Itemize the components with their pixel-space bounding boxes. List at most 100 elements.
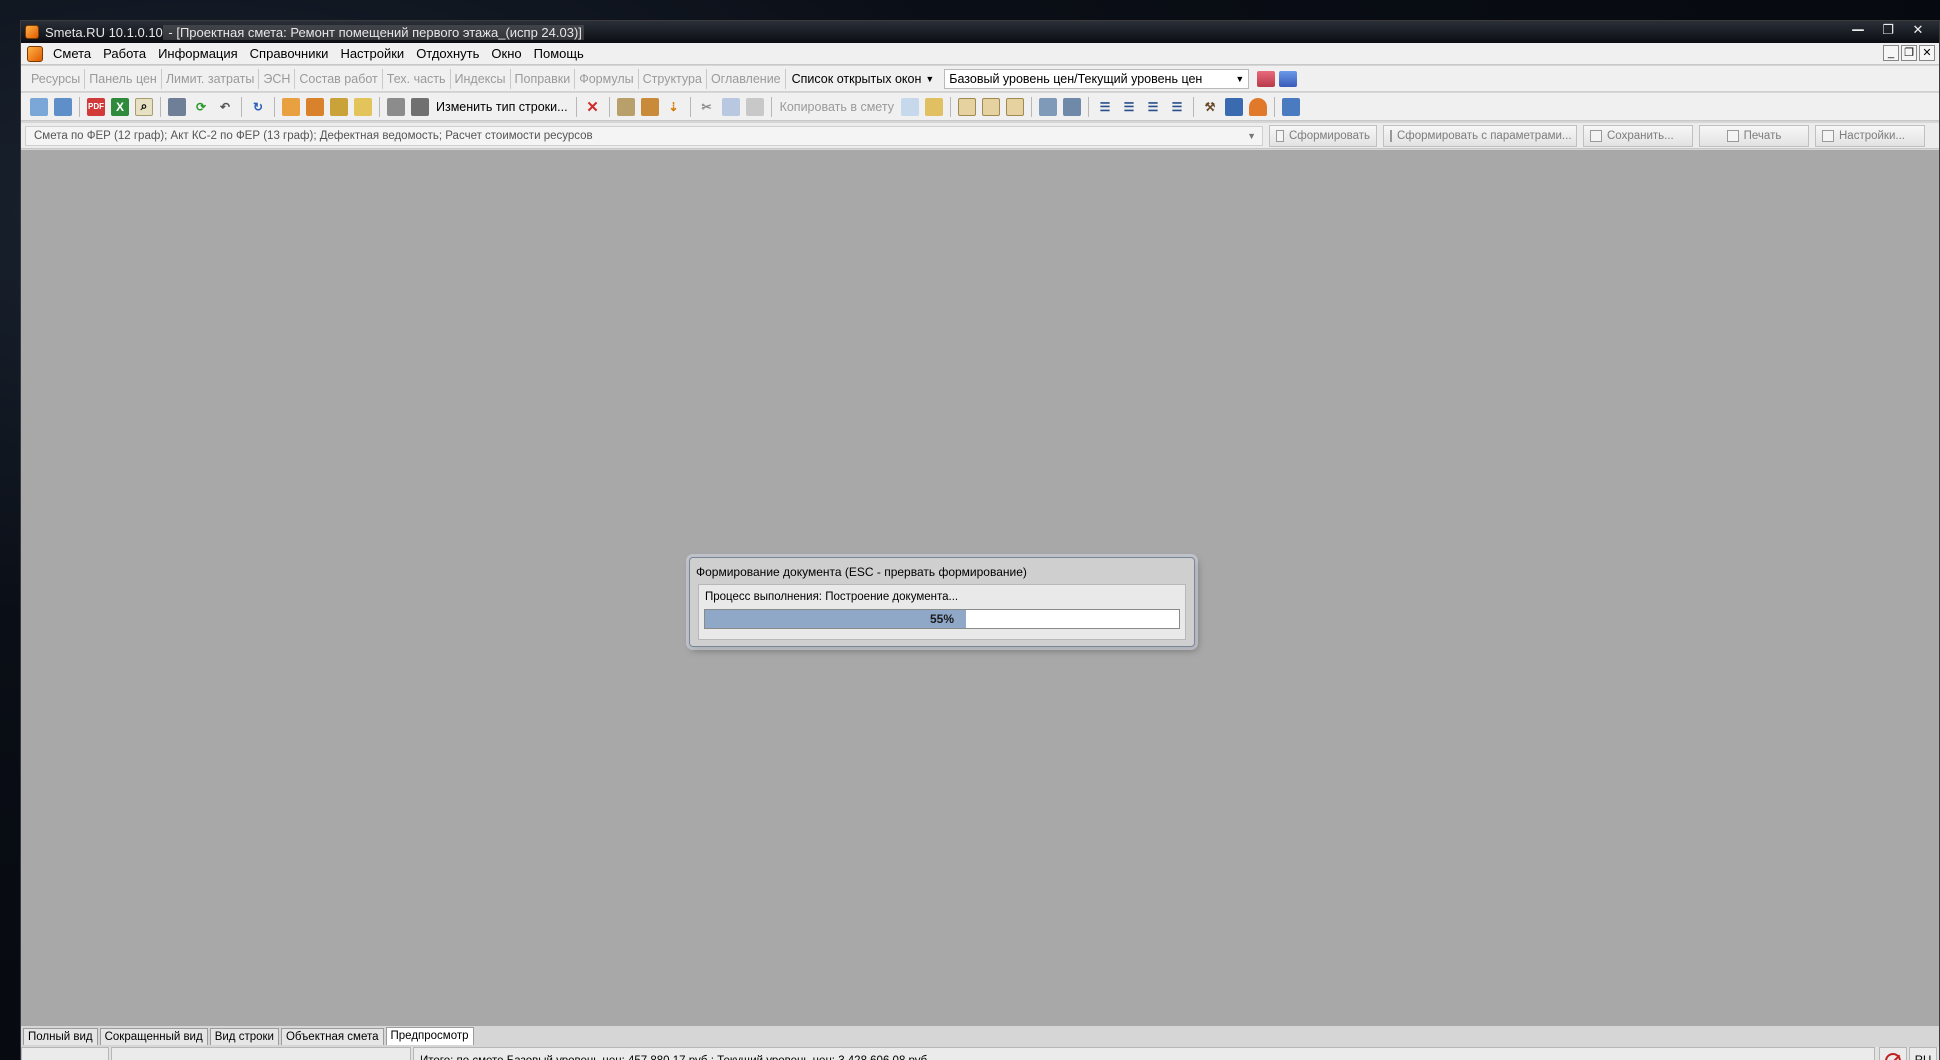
generate-label: Сформировать [1288, 129, 1370, 142]
title-bar[interactable]: Smeta.RU 10.1.0.10 - [Проектная смета: Р… [21, 21, 1939, 43]
menu-okno[interactable]: Окно [485, 44, 527, 64]
toolbar-tab-structure[interactable]: Структура [639, 68, 707, 89]
level-up-icon[interactable]: ☰ [1144, 98, 1162, 116]
surcharge-icon[interactable] [1005, 97, 1024, 116]
generate-with-params-button[interactable]: Сформировать с параметрами... [1383, 124, 1577, 147]
worker-icon[interactable] [306, 97, 324, 116]
document-menu-icon[interactable] [27, 45, 43, 62]
toolbar-tab-tech-part[interactable]: Тех. часть [383, 68, 451, 89]
blue-book-icon[interactable] [1279, 70, 1298, 87]
excel-export-icon[interactable]: X [111, 97, 129, 116]
mdi-minimize-button[interactable]: _ [1883, 45, 1899, 61]
close-button[interactable]: ✕ [1903, 21, 1933, 41]
insert-row-icon[interactable] [54, 97, 72, 116]
open-windows-dropdown[interactable]: Список открытых окон ▼ [786, 69, 941, 89]
price-level-value: Базовый уровень цен/Текущий уровень цен [949, 71, 1203, 86]
refresh-icon[interactable]: ⟳ [192, 98, 210, 116]
search-icon[interactable]: ⌕ [135, 97, 153, 116]
no-entry-icon [1885, 1053, 1901, 1060]
toolbar-tab-formulas[interactable]: Формулы [575, 68, 639, 89]
mdi-restore-button[interactable]: ❐ [1901, 45, 1917, 61]
save-report-button[interactable]: Сохранить... [1583, 124, 1693, 147]
printer-icon [1726, 129, 1739, 142]
tab-object-estimate[interactable]: Объектная смета [280, 1028, 384, 1045]
delete-icon[interactable]: ✕ [584, 98, 602, 116]
toolbar-tab-contents[interactable]: Оглавление [707, 68, 786, 89]
save-report-label: Сохранить... [1607, 129, 1674, 142]
toolbar-tab-work-composition[interactable]: Состав работ [295, 68, 383, 89]
price-icon[interactable] [981, 97, 1000, 116]
move-icon[interactable] [640, 97, 659, 116]
window-controls: — ❐ ✕ [1843, 21, 1933, 43]
outdent-icon[interactable]: ☰ [1120, 98, 1138, 116]
group-icon[interactable] [616, 97, 635, 116]
progress-percent: 55% [929, 612, 955, 626]
level-down-icon[interactable]: ☰ [1168, 98, 1186, 116]
paste-icon[interactable] [745, 97, 764, 116]
toolbar-separator [689, 96, 691, 117]
tab-full-view[interactable]: Полный вид [23, 1028, 98, 1045]
red-book-icon[interactable] [1257, 70, 1276, 87]
tab-preview[interactable]: Предпросмотр [385, 1027, 474, 1045]
coefficient-icon[interactable] [957, 97, 976, 116]
paste-block-icon[interactable] [924, 97, 943, 116]
menu-pomoshch[interactable]: Помощь [528, 44, 590, 64]
helmet-icon[interactable] [1248, 97, 1267, 116]
tab-short-view[interactable]: Сокращенный вид [99, 1028, 208, 1045]
toolbar-separator [608, 96, 610, 117]
materials-icon[interactable] [330, 97, 348, 116]
restore-button[interactable]: ❐ [1873, 21, 1903, 41]
menu-smeta[interactable]: Смета [47, 44, 97, 64]
copy-block-icon[interactable] [900, 97, 919, 116]
undo-icon[interactable]: ↶ [216, 98, 234, 116]
tools-icon[interactable] [282, 97, 300, 116]
status-no-connection[interactable] [1879, 1047, 1907, 1060]
app-title: Smeta.RU 10.1.0.10 [45, 24, 163, 40]
report-settings-button[interactable]: Настройки... [1815, 124, 1925, 147]
pdf-export-icon[interactable]: PDF [87, 97, 105, 116]
toolbar-tab-corrections[interactable]: Поправки [511, 68, 576, 89]
recalculate-icon[interactable]: ↻ [249, 98, 267, 116]
menu-nastroyki[interactable]: Настройки [334, 44, 410, 64]
menu-informatsiya[interactable]: Информация [152, 44, 244, 64]
move-down-icon[interactable]: ⇣ [665, 98, 683, 116]
toolbar-tab-indexes[interactable]: Индексы [451, 68, 511, 89]
save-icon[interactable] [168, 97, 186, 116]
change-row-type-button[interactable]: Изменить тип строки... [432, 100, 572, 114]
chevron-down-icon: ▼ [1247, 130, 1256, 141]
print-button[interactable]: Печать [1699, 124, 1809, 147]
report-type-select[interactable]: Смета по ФЕР (12 граф); Акт КС-2 по ФЕР … [25, 125, 1263, 146]
truck-icon[interactable] [411, 97, 429, 116]
toolbar-tab-resources[interactable]: Ресурсы [27, 68, 86, 89]
filter-clear-icon[interactable] [1062, 97, 1081, 116]
vehicle-icon[interactable] [1281, 97, 1300, 116]
tree-view-icon[interactable] [30, 97, 48, 116]
machine-icon[interactable] [387, 97, 405, 116]
indent-icon[interactable]: ☰ [1096, 98, 1114, 116]
copy-icon[interactable] [721, 97, 740, 116]
mdi-close-button[interactable]: ✕ [1919, 45, 1935, 61]
tab-row-view[interactable]: Вид строки [209, 1028, 279, 1045]
hammer-icon[interactable]: ⚒ [1201, 98, 1219, 116]
menu-spravochniki[interactable]: Справочники [244, 44, 335, 64]
menu-otdokhnut[interactable]: Отдохнуть [410, 44, 485, 64]
main-toolbar: PDF X ⌕ ⟳ ↶ ↻ Изменить тип строки... ✕ ⇣… [21, 93, 1939, 121]
toolbar-tab-price-panel[interactable]: Панель цен [85, 68, 162, 89]
floppy-icon [1590, 129, 1602, 142]
toolbar-tab-esn[interactable]: ЭСН [259, 68, 296, 89]
app-window: Smeta.RU 10.1.0.10 - [Проектная смета: Р… [20, 20, 1940, 1060]
price-level-select[interactable]: Базовый уровень цен/Текущий уровень цен … [944, 68, 1250, 89]
filter-icon[interactable] [1038, 97, 1057, 116]
generate-button[interactable]: Сформировать [1269, 124, 1377, 147]
toolbar-tab-limit-costs[interactable]: Лимит. затраты [162, 68, 260, 89]
app-logo-icon[interactable] [25, 25, 39, 39]
toolbar-separator [274, 96, 275, 117]
minimize-button[interactable]: — [1843, 21, 1873, 41]
open-windows-label: Список открытых окон [791, 71, 922, 86]
keyboard-language[interactable]: RU [1909, 1047, 1937, 1060]
cut-icon[interactable]: ✂ [698, 98, 716, 116]
copy-to-estimate-button[interactable]: Копировать в смету [776, 100, 898, 114]
menu-rabota[interactable]: Работа [97, 44, 152, 64]
comment-icon[interactable] [354, 97, 372, 116]
car-icon[interactable] [1224, 97, 1243, 116]
